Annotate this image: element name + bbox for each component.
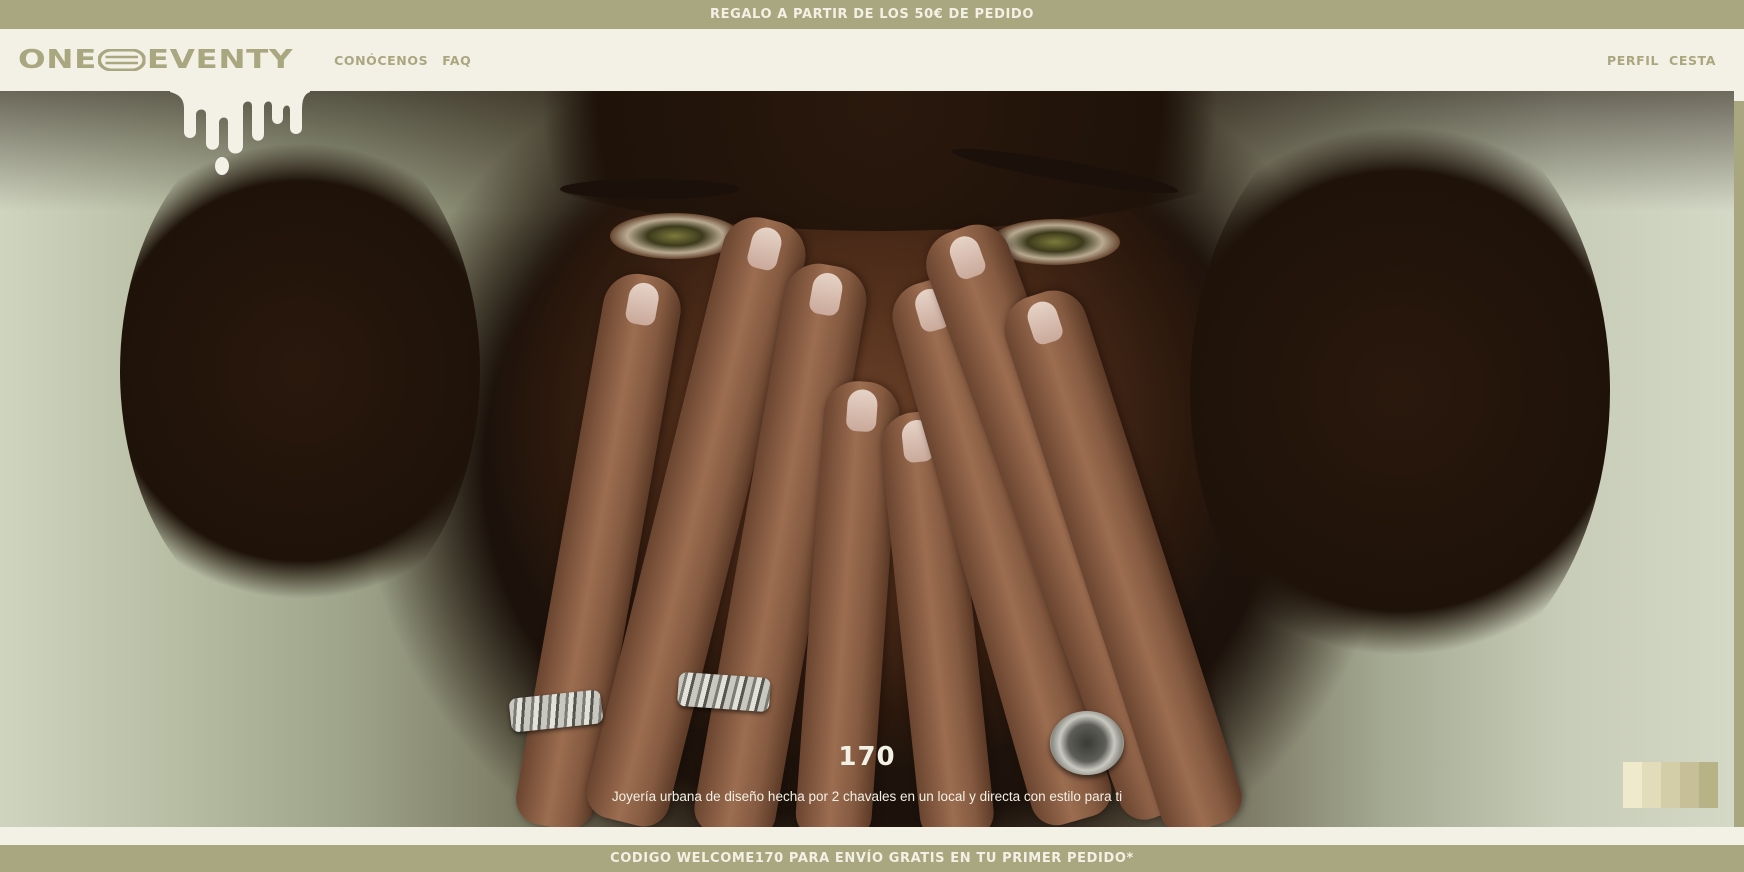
hero-image: 170 Joyería urbana de diseño hecha por 2… (0, 91, 1734, 827)
main-nav: CONÓCENOS FAQ (334, 53, 471, 68)
hair-right (1190, 91, 1610, 691)
nav-perfil-link[interactable]: PERFIL (1607, 53, 1659, 68)
swatch-stripe (1661, 762, 1680, 808)
top-promo-text: REGALO A PARTIR DE LOS 50€ DE PEDIDO (710, 7, 1034, 22)
color-swatch[interactable] (1623, 762, 1718, 808)
fingernail (624, 280, 662, 328)
nav-conocenos-link[interactable]: CONÓCENOS (334, 53, 428, 68)
brand-logo[interactable]: ONE EVENTY (18, 45, 293, 75)
fingernail (745, 224, 785, 273)
fingernail (807, 270, 845, 318)
top-promo-bar: REGALO A PARTIR DE LOS 50€ DE PEDIDO (0, 0, 1744, 29)
swatch-stripe (1699, 762, 1718, 808)
logo-text-left: ONE (18, 45, 97, 75)
logo-text-right: EVENTY (146, 45, 294, 75)
brow-left (560, 179, 740, 199)
bottom-spacer (0, 827, 1744, 845)
side-strip (1734, 101, 1744, 827)
logo-s-mark-icon (98, 49, 146, 71)
swatch-stripe (1623, 762, 1642, 808)
drip-decoration-icon (170, 88, 310, 175)
bottom-promo-bar: CODIGO WELCOME170 PARA ENVÍO GRATIS EN T… (0, 845, 1744, 872)
bottom-promo-text: CODIGO WELCOME170 PARA ENVÍO GRATIS EN T… (610, 851, 1134, 866)
swatch-stripe (1642, 762, 1661, 808)
hair-left (120, 111, 480, 631)
nav-cesta-link[interactable]: CESTA (1669, 53, 1716, 68)
fingernail (1023, 297, 1066, 347)
fingernail (945, 232, 989, 282)
account-nav: PERFIL CESTA (1607, 53, 1716, 68)
nav-faq-link[interactable]: FAQ (442, 53, 471, 68)
site-header: ONE EVENTY CONÓCENOS FAQ PERFIL CESTA (0, 29, 1744, 91)
swatch-stripe (1680, 762, 1699, 808)
hero-title: 170 (838, 742, 896, 772)
fingernail (845, 388, 879, 433)
hero-subtitle: Joyería urbana de diseño hecha por 2 cha… (611, 789, 1123, 804)
ring (676, 671, 772, 713)
